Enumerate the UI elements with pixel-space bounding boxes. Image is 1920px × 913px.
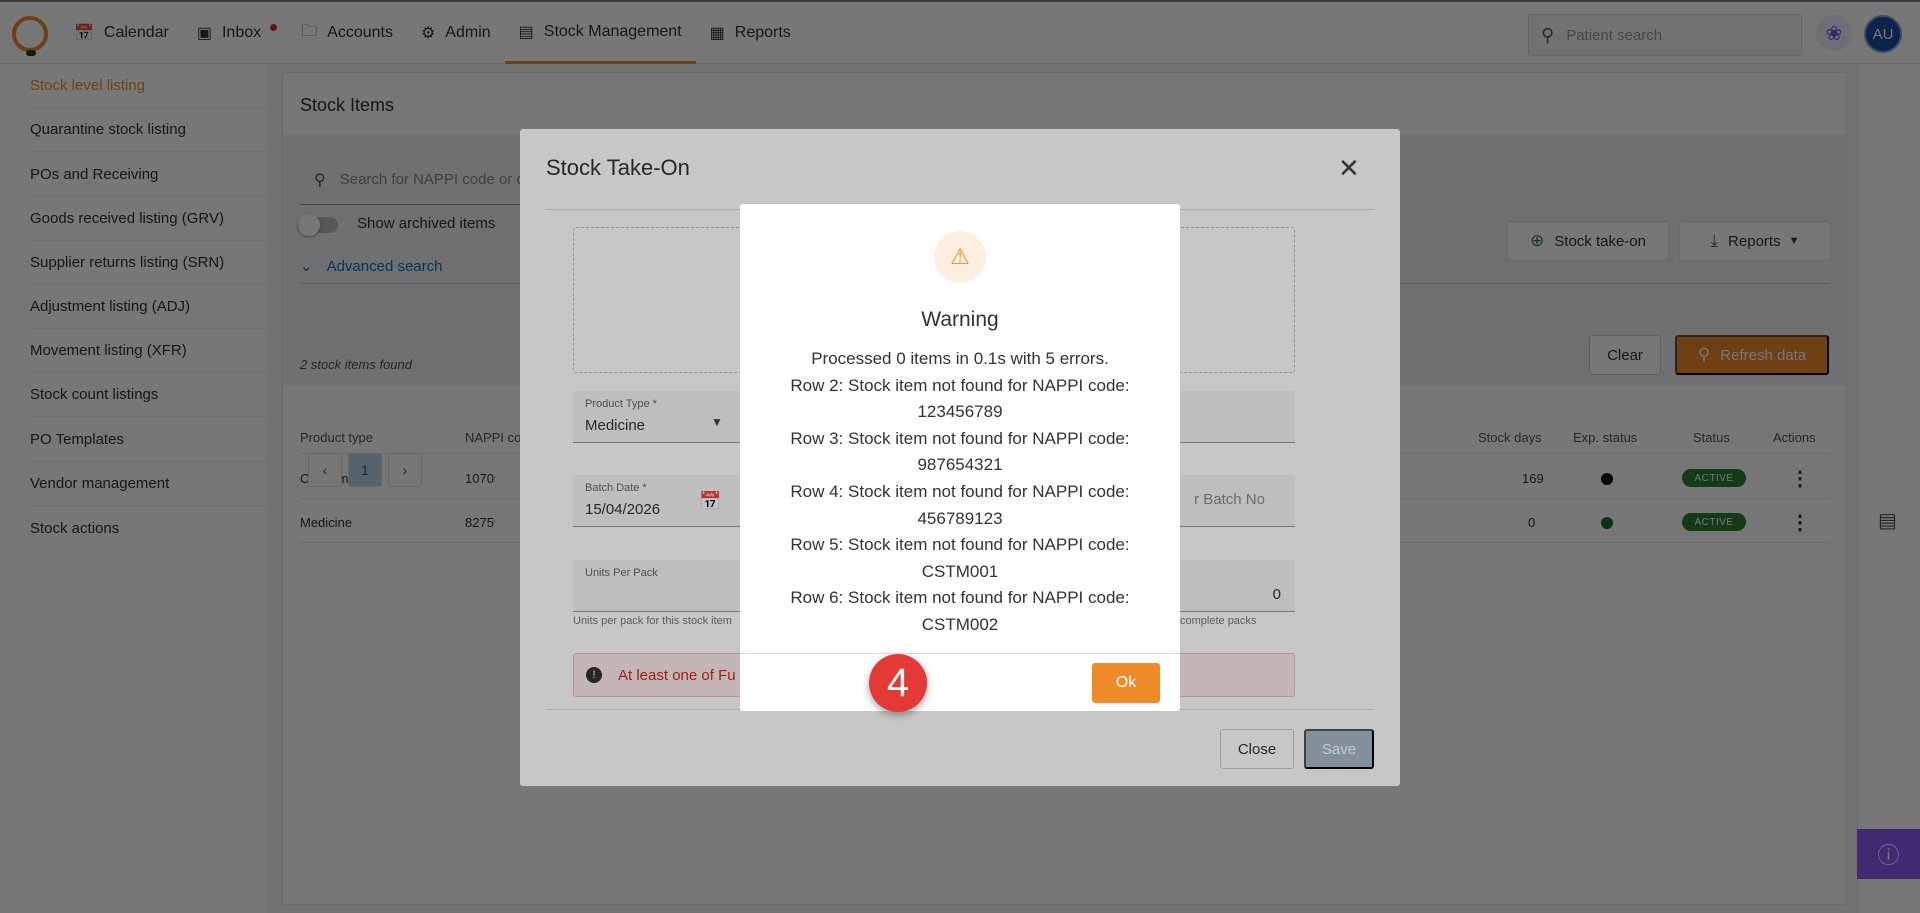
warning-line: Processed 0 items in 0.1s with 5 errors.: [811, 349, 1109, 368]
warning-icon: ⚠: [934, 231, 986, 283]
warning-dialog: ⚠ Warning Processed 0 items in 0.1s with…: [740, 204, 1180, 711]
warning-line: Row 4: Stock item not found for NAPPI co…: [790, 481, 1130, 501]
warning-line: 987654321: [917, 455, 1003, 475]
warning-title: Warning: [921, 308, 999, 331]
warning-line: Row 6: Stock item not found for NAPPI co…: [790, 588, 1130, 608]
divider: [740, 653, 1180, 654]
warning-line: CSTM002: [921, 614, 999, 634]
step-marker: 4: [869, 654, 927, 712]
warning-line: CSTM001: [921, 561, 999, 581]
warning-line: 456789123: [917, 508, 1003, 528]
warning-line: Row 3: Stock item not found for NAPPI co…: [790, 428, 1130, 448]
warning-line: Row 5: Stock item not found for NAPPI co…: [790, 535, 1130, 555]
warning-line: 123456789: [917, 402, 1003, 422]
warning-line: Row 2: Stock item not found for NAPPI co…: [790, 375, 1130, 395]
warning-message: Processed 0 items in 0.1s with 5 errors.…: [760, 346, 1160, 639]
ok-button[interactable]: Ok: [1092, 663, 1160, 703]
